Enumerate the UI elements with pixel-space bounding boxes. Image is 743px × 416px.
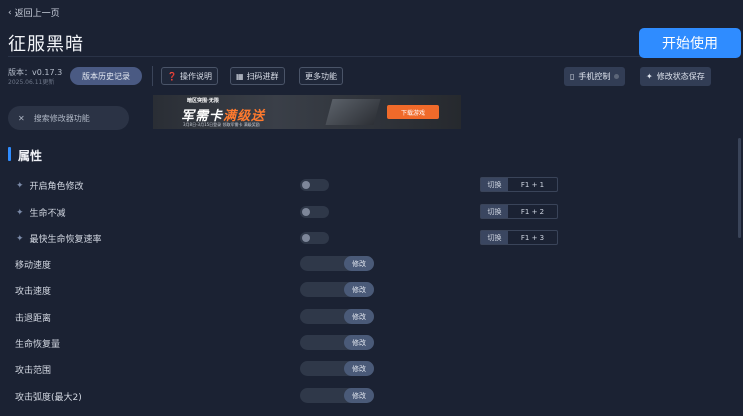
toggle-knob xyxy=(302,181,310,189)
hotkey-action: 切换 xyxy=(481,231,508,244)
modifier-label: 攻击速度 xyxy=(15,287,52,297)
ad-banner[interactable]: 暗区突围·无限 军需卡满级送 3月8日-3月15日登录 领取军需卡 满级奖励 下… xyxy=(153,95,461,129)
hotkey-setting[interactable]: 切换 F1 + 1 xyxy=(480,177,558,192)
modify-button[interactable]: 修改 xyxy=(344,335,374,350)
toggle-row-label: ✦ 生命不减 xyxy=(16,206,66,220)
toggle-label: 最快生命恢复速率 xyxy=(29,235,102,245)
update-date: 2025.06.11更新 xyxy=(8,79,55,86)
more-features-label: 更多功能 xyxy=(305,71,337,81)
modifier-label: 生命恢复量 xyxy=(15,340,61,350)
modifier-control[interactable]: 修改 xyxy=(300,309,374,324)
banner-small-text: 暗区突围·无限 xyxy=(187,98,219,104)
section-title: 属性 xyxy=(18,149,43,163)
chevron-left-icon: ‹ xyxy=(8,7,12,18)
modifier-control[interactable]: 修改 xyxy=(300,335,374,350)
banner-tiny-text: 3月8日-3月15日登录 领取军需卡 满级奖励 xyxy=(183,122,260,127)
start-button[interactable]: 开始使用 xyxy=(639,28,741,58)
modifier-control[interactable]: 修改 xyxy=(300,361,374,376)
sparkle-icon: ✦ xyxy=(16,233,24,244)
question-icon: ❓ xyxy=(167,71,177,81)
hotkey-keys: F1 + 2 xyxy=(520,207,545,216)
version-label: 版本：v0.17.3 xyxy=(8,68,63,77)
instructions-label: 操作说明 xyxy=(179,71,212,81)
tools-icon: ✕ xyxy=(18,113,25,123)
sparkle-icon: ✦ xyxy=(16,180,24,191)
hotkey-action: 切换 xyxy=(481,205,508,218)
phone-icon: ▯ xyxy=(570,72,575,81)
toggle-label: 生命不减 xyxy=(29,209,66,219)
toggle-switch[interactable] xyxy=(300,206,329,218)
hotkey-keys: F1 + 1 xyxy=(520,180,545,189)
toggle-label: 开启角色修改 xyxy=(29,182,84,192)
modify-button[interactable]: 修改 xyxy=(344,282,374,297)
modify-button[interactable]: 修改 xyxy=(344,256,374,271)
back-link[interactable]: ‹ 返回上一页 xyxy=(8,6,60,20)
scrollbar[interactable] xyxy=(738,138,741,238)
toolbar-divider xyxy=(152,66,153,86)
modifier-control[interactable]: 修改 xyxy=(300,282,374,297)
hotkey-keys: F1 + 3 xyxy=(520,233,545,242)
toggle-switch[interactable] xyxy=(300,232,329,244)
qrcode-icon: ▦ xyxy=(236,71,244,81)
join-group-button[interactable]: ▦ 扫码进群 xyxy=(230,67,285,85)
status-dot-icon xyxy=(614,74,620,79)
toggle-row-label: ✦ 最快生命恢复速率 xyxy=(16,232,102,246)
back-label: 返回上一页 xyxy=(14,9,60,19)
modify-button[interactable]: 修改 xyxy=(344,388,374,403)
page-title: 征服黑暗 xyxy=(8,34,84,55)
join-group-label: 扫码进群 xyxy=(246,71,279,81)
modifier-label: 攻击弧度(最大2) xyxy=(15,393,82,403)
modifier-label: 移动速度 xyxy=(15,261,52,271)
modifier-control[interactable]: 修改 xyxy=(300,388,374,403)
toggle-knob xyxy=(302,208,310,216)
hotkey-setting[interactable]: 切换 F1 + 2 xyxy=(480,204,558,219)
more-features-button[interactable]: 更多功能 xyxy=(299,67,343,85)
modifier-control[interactable]: 修改 xyxy=(300,256,374,271)
toggle-switch[interactable] xyxy=(300,179,329,191)
save-state-label: 修改状态保存 xyxy=(656,72,705,81)
section-accent xyxy=(8,147,11,161)
modify-button[interactable]: 修改 xyxy=(344,361,374,376)
search-placeholder: 搜索修改器功能 xyxy=(33,113,90,123)
sparkle-icon: ✦ xyxy=(646,72,653,81)
hotkey-action: 切换 xyxy=(481,178,508,191)
hotkey-setting[interactable]: 切换 F1 + 3 xyxy=(480,230,558,245)
title-divider xyxy=(8,56,648,57)
version-info: 版本：v0.17.3 2025.06.11更新 xyxy=(8,68,62,88)
phone-control-button[interactable]: ▯ 手机控制 xyxy=(564,67,626,86)
search-input[interactable]: ✕ 搜索修改器功能 xyxy=(8,106,129,130)
modify-button[interactable]: 修改 xyxy=(344,309,374,324)
modifier-label: 攻击范围 xyxy=(15,366,52,376)
toggle-knob xyxy=(302,234,310,242)
save-state-button[interactable]: ✦ 修改状态保存 xyxy=(640,67,711,86)
sparkle-icon: ✦ xyxy=(16,207,24,218)
instructions-button[interactable]: ❓ 操作说明 xyxy=(161,67,218,85)
version-history-button[interactable]: 版本历史记录 xyxy=(70,67,142,85)
banner-graphic xyxy=(325,99,381,125)
phone-control-label: 手机控制 xyxy=(578,72,611,81)
toggle-row-label: ✦ 开启角色修改 xyxy=(16,179,84,193)
modifier-label: 击退距离 xyxy=(15,314,52,324)
banner-download-button[interactable]: 下载游戏 xyxy=(387,105,439,119)
